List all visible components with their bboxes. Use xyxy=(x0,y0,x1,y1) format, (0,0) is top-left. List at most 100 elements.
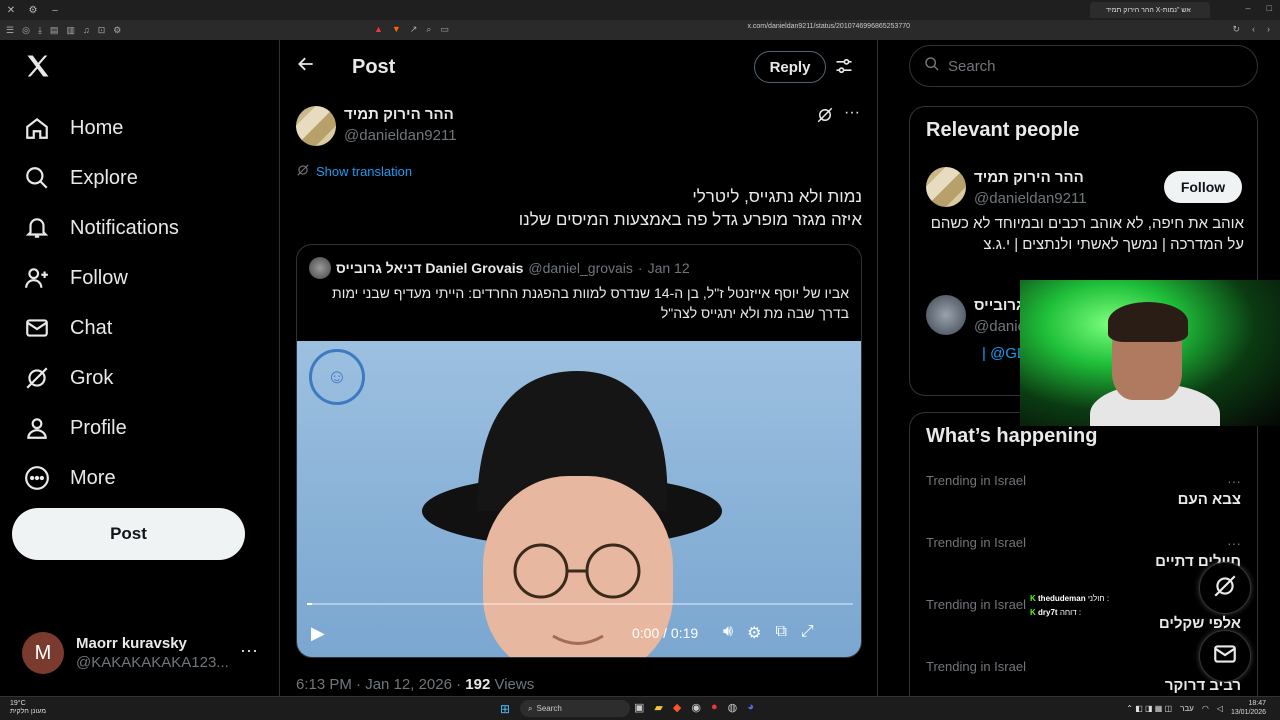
brave-rewards-icon[interactable]: ▲ xyxy=(374,24,383,35)
reply-button[interactable]: Reply xyxy=(754,51,826,83)
panel-icon[interactable]: ▥ xyxy=(66,25,75,36)
search-box[interactable] xyxy=(909,45,1258,87)
nav-follow[interactable]: Follow xyxy=(24,258,128,298)
language-indicator[interactable]: עבר xyxy=(1180,704,1194,713)
play-icon[interactable]: ▶ xyxy=(311,623,325,644)
x-logo-icon[interactable] xyxy=(24,52,52,80)
extension-icon[interactable]: ⚙ xyxy=(113,25,121,36)
account-switcher[interactable]: M Maorr kuravsky @KAKAKAKAKA123... ··· xyxy=(22,630,262,676)
person-avatar[interactable] xyxy=(926,295,966,335)
zoom-icon[interactable]: ⌕ xyxy=(426,24,431,35)
quote-avatar xyxy=(309,257,331,279)
show-translation-link[interactable]: Show translation xyxy=(296,163,412,180)
weather-widget[interactable]: 19°C מעונן חלקית xyxy=(10,700,46,716)
tweet-text-line: נמות ולא נתגייס, ליטרלי xyxy=(692,187,862,206)
more-circle-icon xyxy=(24,465,50,491)
nav-explore-label: Explore xyxy=(70,166,138,189)
nav-more[interactable]: More xyxy=(24,458,116,498)
tweet-timestamp[interactable]: 6:13 PM · Jan 12, 2026 · xyxy=(296,676,465,693)
quoted-tweet[interactable]: דניאל גרובייס Daniel Grovais @daniel_gro… xyxy=(296,244,862,658)
nav-profile[interactable]: Profile xyxy=(24,408,127,448)
more-dots-icon[interactable]: ··· xyxy=(240,640,258,661)
settings-icon[interactable]: ⚙ xyxy=(22,0,44,20)
app-icon[interactable]: ● xyxy=(711,701,718,714)
volume-icon[interactable]: ◁ xyxy=(1217,704,1223,713)
video-player[interactable]: ☺ ▶ 0:00 / 0:19 🔊︎ ⚙ ⧉ ⤢ xyxy=(297,341,861,657)
sidebar-icon[interactable]: ▤ xyxy=(50,25,59,36)
screenshot-icon[interactable]: ⊡ xyxy=(98,25,106,36)
author-name[interactable]: ההר הירוק תמיד xyxy=(344,106,454,123)
page-title: Post xyxy=(352,56,396,78)
grok-float-button[interactable] xyxy=(1199,562,1251,614)
nav-chat[interactable]: Chat xyxy=(24,308,112,348)
chat-message: K thedudeman חולני : xyxy=(1030,592,1109,606)
minimize-icon[interactable]: – xyxy=(44,0,66,20)
person-bio-link[interactable]: | @GL xyxy=(982,345,1025,362)
app-icon[interactable]: ◕ xyxy=(747,701,754,714)
grok-icon[interactable] xyxy=(816,106,834,129)
person-avatar[interactable] xyxy=(926,167,966,207)
author-avatar[interactable] xyxy=(296,106,336,146)
address-right-icons: ↻ ‹ › xyxy=(1232,24,1270,35)
person-handle[interactable]: @danieldan9211 xyxy=(974,190,1087,207)
window-maximize-button[interactable]: □ xyxy=(1267,3,1272,13)
person-handle[interactable]: @danie xyxy=(974,318,1026,335)
video-progress-fill xyxy=(307,603,313,605)
address-mid-icons: ▲ ▼ ↗ ⌕ ▭ xyxy=(374,24,449,35)
author-handle[interactable]: @danieldan9211 xyxy=(344,127,457,144)
trend-label: Trending in Israel xyxy=(926,659,1026,674)
tray-icons[interactable]: ⌃ ◧ ◨ ▦ ◫ xyxy=(1126,704,1172,713)
video-progress-bar[interactable] xyxy=(307,603,853,605)
music-icon[interactable]: ♫ xyxy=(83,25,90,36)
person-icon xyxy=(24,415,50,441)
brave-shield-icon[interactable]: ▼ xyxy=(392,24,401,35)
nav-explore[interactable]: Explore xyxy=(24,158,138,198)
wifi-icon[interactable]: ◠ xyxy=(1202,704,1209,713)
sliders-icon[interactable] xyxy=(834,56,854,81)
video-watermark-logo: ☺ xyxy=(309,349,365,405)
nav-notifications[interactable]: Notifications xyxy=(24,208,179,248)
windows-start-icon[interactable]: ⊞ xyxy=(500,702,510,716)
browser-tab-active[interactable]: ההר הירוק תמיד X-אש "נמות xyxy=(1090,2,1210,18)
back-icon[interactable]: ‹ xyxy=(1252,24,1255,35)
avatar: M xyxy=(22,632,64,674)
person-bio: אוהב את חיפה, לא אוהב רכבים ובמיוחד לא כ… xyxy=(930,215,1244,253)
menu-icon[interactable]: ☰ xyxy=(6,25,14,36)
close-window-icon[interactable]: ✕ xyxy=(0,0,22,20)
trend-label: Trending in Israel xyxy=(926,535,1026,550)
clock[interactable]: 18:47 13/01/2026 xyxy=(1231,699,1266,717)
window-minimize-button[interactable]: – xyxy=(1246,3,1251,13)
fullscreen-icon[interactable]: ⤢ xyxy=(801,623,814,643)
steam-icon[interactable]: ◉ xyxy=(691,701,701,714)
messages-float-button[interactable] xyxy=(1199,630,1251,682)
trend-name[interactable]: צבא העם xyxy=(1178,491,1241,508)
reload-icon[interactable]: ↻ xyxy=(1232,24,1240,35)
share-icon[interactable]: ↗ xyxy=(410,24,418,35)
back-arrow-icon[interactable] xyxy=(296,54,316,80)
brave-icon[interactable]: ◆ xyxy=(673,701,681,714)
url-field[interactable]: x.com/danieldan9211/status/2010746996865… xyxy=(560,23,910,30)
person-name[interactable]: גרובייס xyxy=(974,297,1023,314)
reader-icon[interactable]: ▭ xyxy=(440,24,449,35)
more-dots-icon[interactable]: ··· xyxy=(844,104,860,122)
settings-icon[interactable]: ⚙ xyxy=(747,623,761,643)
post-button[interactable]: Post xyxy=(12,508,245,560)
more-dots-icon[interactable]: ··· xyxy=(1227,535,1241,551)
person-name[interactable]: ההר הירוק תמיד xyxy=(974,169,1084,186)
picture-in-picture-icon[interactable]: ⧉ xyxy=(775,623,786,643)
volume-icon[interactable]: 🔊︎ xyxy=(723,623,733,643)
nav-home[interactable]: Home xyxy=(24,108,123,148)
more-dots-icon[interactable]: ··· xyxy=(1227,473,1241,489)
folder-icon[interactable]: ▰ xyxy=(654,701,662,714)
app-icon[interactable]: ◍ xyxy=(728,701,738,714)
task-view-icon[interactable]: ▣ xyxy=(634,701,644,714)
taskbar-search[interactable]: ⌕ Search xyxy=(520,700,630,717)
shield-icon[interactable]: ◎ xyxy=(22,25,30,36)
download-icon[interactable]: ⤓ xyxy=(38,25,42,36)
follow-button[interactable]: Follow xyxy=(1164,171,1242,203)
main-column: Post Reply ההר הירוק תמיד @danieldan9211… xyxy=(280,40,878,696)
quote-date: Jan 12 xyxy=(647,260,690,276)
nav-grok[interactable]: Grok xyxy=(24,358,113,398)
search-input[interactable] xyxy=(948,57,1228,75)
forward-icon[interactable]: › xyxy=(1267,24,1270,35)
